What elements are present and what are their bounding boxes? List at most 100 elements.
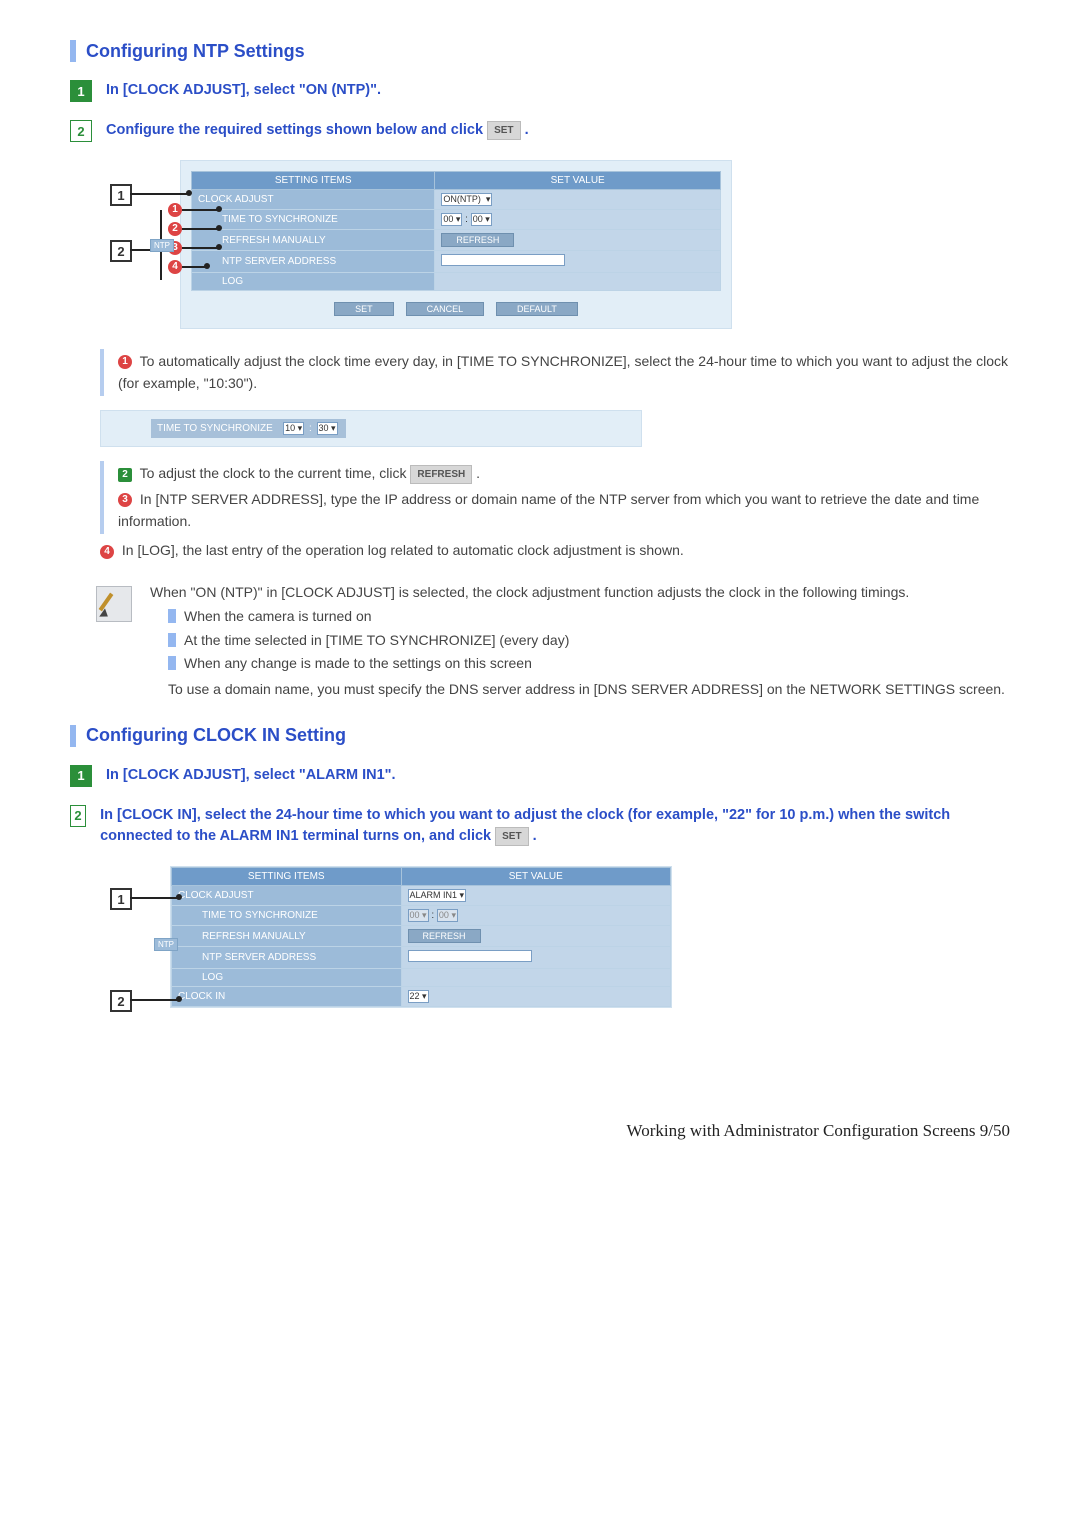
step-1-row: 1 In [CLOCK ADJUST], select "ON (NTP)".: [70, 80, 1010, 102]
ntp-addr-input-2[interactable]: [408, 950, 532, 962]
desc-3: In [NTP SERVER ADDRESS], type the IP add…: [118, 491, 979, 529]
callout-mini-2: 2: [168, 222, 182, 236]
row2-refresh: REFRESH MANUALLY: [172, 926, 402, 947]
time-hour-select[interactable]: 00 ▾: [441, 213, 462, 226]
cancel-button[interactable]: CANCEL: [406, 302, 485, 316]
refresh-button[interactable]: REFRESH: [441, 233, 514, 247]
bullet-sq: [168, 633, 176, 647]
val2-log: [401, 969, 670, 987]
timestrip: TIME TO SYNCHRONIZE 10 ▾ : 30 ▾: [151, 419, 346, 438]
note-b3-text: When any change is made to the settings …: [184, 653, 532, 675]
note-body: When "ON (NTP)" in [CLOCK ADJUST] is sel…: [150, 582, 1005, 700]
callout-line: [130, 193, 188, 195]
row2-log: LOG: [172, 969, 402, 987]
callout-big-1b: 1: [110, 888, 132, 910]
time2-hour: 00 ▾: [408, 909, 429, 922]
default-button[interactable]: DEFAULT: [496, 302, 578, 316]
step-badge-2b: 2: [70, 805, 86, 827]
timestrip-hour[interactable]: 10 ▾: [283, 422, 304, 435]
callout-line: [130, 897, 178, 899]
bullet-sq: [168, 609, 176, 623]
desc-block-3: 4 In [LOG], the last entry of the operat…: [100, 538, 1010, 564]
callout-mini-1: 1: [168, 203, 182, 217]
time-sep: :: [465, 214, 468, 225]
heading-bar: [70, 40, 76, 62]
note-b1-text: When the camera is turned on: [184, 606, 372, 628]
step-2-text: Configure the required settings shown be…: [106, 120, 529, 142]
val2-clock: ALARM IN1 ▾: [401, 886, 670, 906]
step2-1-text: In [CLOCK ADJUST], select "ALARM IN1".: [106, 765, 396, 787]
callout-line: [182, 209, 218, 211]
pencil-icon: [96, 586, 132, 622]
callout-line: [182, 228, 218, 230]
settings-table: SETTING ITEMS SET VALUE CLOCK ADJUST ON(…: [191, 171, 721, 291]
val2-clockin: 22 ▾: [401, 987, 670, 1007]
set-button-inline[interactable]: SET: [487, 121, 520, 140]
clockin-select[interactable]: 22 ▾: [408, 990, 429, 1003]
row-ntp-addr: NTP SERVER ADDRESS: [192, 251, 435, 273]
section-heading-clockin: Configuring CLOCK IN Setting: [70, 725, 1010, 747]
time2-sep: :: [431, 910, 434, 921]
set-button[interactable]: SET: [334, 302, 394, 316]
callout-dot: [216, 244, 222, 250]
note-line-2: To use a domain name, you must specify t…: [168, 679, 1005, 701]
val-log: [435, 273, 721, 291]
row2-clockin: CLOCK IN: [172, 987, 402, 1007]
desc-block-1: 1 To automatically adjust the clock time…: [100, 349, 1010, 396]
step-badge-1b: 1: [70, 765, 92, 787]
refresh-button-2[interactable]: REFRESH: [408, 929, 481, 943]
desc-block-2: 2 To adjust the clock to the current tim…: [100, 461, 1010, 534]
step-badge-2: 2: [70, 120, 92, 142]
heading-title-2: Configuring CLOCK IN Setting: [86, 725, 346, 746]
note-line-1: When "ON (NTP)" in [CLOCK ADJUST] is sel…: [150, 582, 1005, 604]
val-time-sync: 00 ▾ : 00 ▾: [435, 210, 721, 230]
callout-dot: [216, 206, 222, 212]
step-badge-1: 1: [70, 80, 92, 102]
button-row: SET CANCEL DEFAULT: [191, 299, 721, 316]
callout-dot: [216, 225, 222, 231]
settings-panel-clockin: SETTING ITEMS SET VALUE CLOCK ADJUST ALA…: [170, 866, 672, 1008]
step-1-text: In [CLOCK ADJUST], select "ON (NTP)".: [106, 80, 381, 102]
bullet-1: 1: [118, 355, 132, 369]
clock-adjust-select[interactable]: ON(NTP) ▾: [441, 193, 492, 206]
desc-1-text: To automatically adjust the clock time e…: [118, 353, 1008, 391]
page-footer: Working with Administrator Configuration…: [70, 1121, 1010, 1141]
ntp-addr-input[interactable]: [441, 254, 565, 266]
callout-big-2b: 2: [110, 990, 132, 1012]
callout-line: [182, 266, 206, 268]
th-items-2: SETTING ITEMS: [172, 868, 402, 886]
bullet-2: 2: [118, 468, 132, 482]
callout-big-1: 1: [110, 184, 132, 206]
bullet-3: 3: [118, 493, 132, 507]
timestrip-sep: :: [309, 423, 312, 434]
time-min-select[interactable]: 00 ▾: [471, 213, 492, 226]
bullet-4: 4: [100, 545, 114, 559]
timestrip-panel: TIME TO SYNCHRONIZE 10 ▾ : 30 ▾: [100, 410, 642, 447]
timestrip-label: TIME TO SYNCHRONIZE: [157, 423, 273, 434]
step2-2-row: 2 In [CLOCK IN], select the 24-hour time…: [70, 805, 1010, 849]
clock-adjust-select-2[interactable]: ALARM IN1 ▾: [408, 889, 467, 902]
refresh-button-inline[interactable]: REFRESH: [410, 465, 472, 485]
desc-4: In [LOG], the last entry of the operatio…: [118, 542, 684, 558]
callout-line: [182, 247, 218, 249]
step2-1-row: 1 In [CLOCK ADJUST], select "ALARM IN1".: [70, 765, 1010, 787]
screenshot-clockin: 1 2 NTP SETTING ITEMS SET VALUE CLOCK AD…: [110, 866, 672, 1008]
val-clock-adjust: ON(NTP) ▾: [435, 190, 721, 210]
step2-2b: .: [533, 828, 537, 844]
desc-2a: To adjust the clock to the current time,…: [136, 465, 410, 481]
val-refresh: REFRESH: [435, 230, 721, 251]
val-ntp-addr: [435, 251, 721, 273]
callout-dot: [204, 263, 210, 269]
note-b2: At the time selected in [TIME TO SYNCHRO…: [168, 630, 1005, 652]
timestrip-min[interactable]: 30 ▾: [317, 422, 338, 435]
note-b1: When the camera is turned on: [168, 606, 1005, 628]
settings-table-2: SETTING ITEMS SET VALUE CLOCK ADJUST ALA…: [171, 867, 671, 1007]
note-box: When "ON (NTP)" in [CLOCK ADJUST] is sel…: [96, 582, 1010, 700]
set-button-inline-2[interactable]: SET: [495, 827, 528, 846]
settings-panel-ntp: SETTING ITEMS SET VALUE CLOCK ADJUST ON(…: [180, 160, 732, 329]
note-b3: When any change is made to the settings …: [168, 653, 1005, 675]
th-value-2: SET VALUE: [401, 868, 670, 886]
row2-clock: CLOCK ADJUST: [172, 886, 402, 906]
screenshot-ntp: 1 2 1 2 3 4 NTP SETTING ITEMS SET VALUE: [110, 160, 732, 329]
note-b2-text: At the time selected in [TIME TO SYNCHRO…: [184, 630, 569, 652]
